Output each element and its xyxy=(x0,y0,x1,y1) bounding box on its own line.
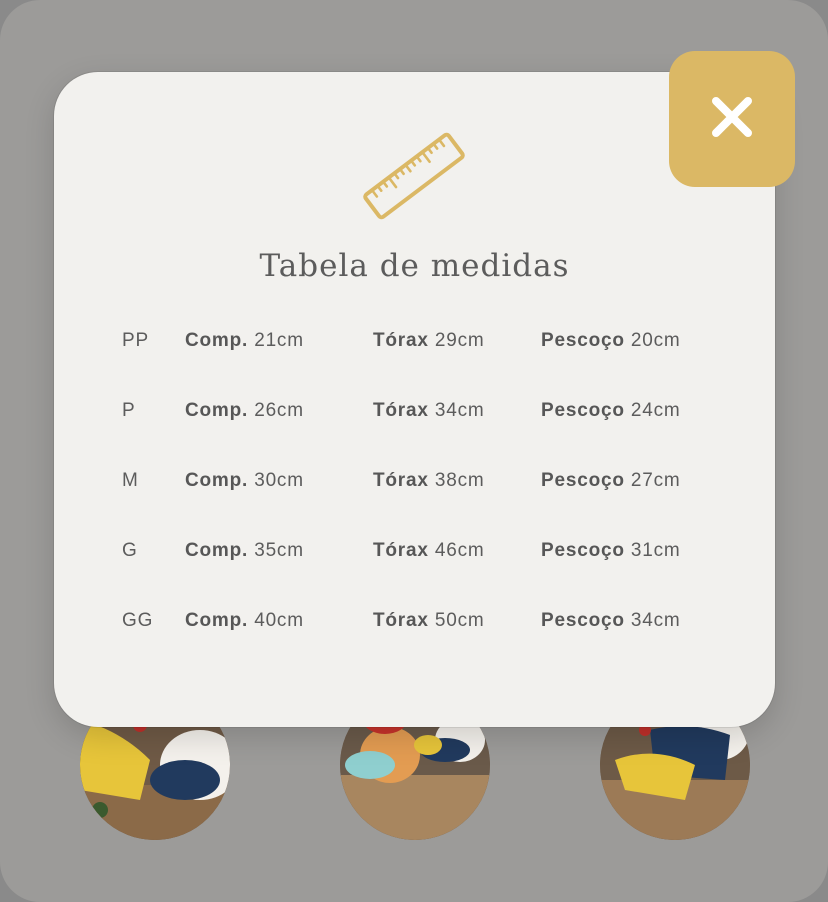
close-button[interactable] xyxy=(669,51,795,187)
ruler-icon xyxy=(360,124,468,228)
close-icon xyxy=(710,95,754,143)
modal-title: Tabela de medidas xyxy=(259,248,570,284)
